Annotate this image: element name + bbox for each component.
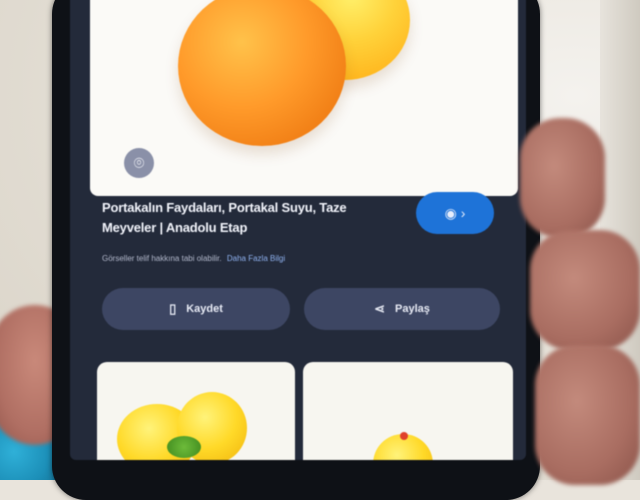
visit-button[interactable]: ◉ ›: [416, 192, 494, 234]
related-image-1[interactable]: [97, 362, 295, 460]
right-finger-1: [520, 118, 605, 238]
learn-more-link[interactable]: Daha Fazla Bilgi: [227, 254, 285, 263]
leaf: [167, 436, 201, 458]
share-icon: ⋖: [374, 301, 386, 316]
save-label: Kaydet: [186, 303, 223, 315]
related-image-2[interactable]: [303, 362, 513, 460]
caption-text: Görseller telif hakkına tabi olabilir.: [102, 254, 222, 263]
bookmark-icon: ▯: [169, 301, 177, 316]
right-finger-2: [530, 230, 640, 350]
phone-screen: ⌾ Portakalın Faydaları, Portakal Suyu, T…: [70, 0, 526, 460]
share-button[interactable]: ⋖ Paylaş: [304, 288, 500, 330]
right-finger-3: [535, 345, 640, 485]
berry: [400, 432, 408, 440]
share-label: Paylaş: [395, 303, 430, 315]
phone-body: ⌾ Portakalın Faydaları, Portakal Suyu, T…: [52, 0, 540, 500]
globe-arrow-icon: ◉ ›: [444, 204, 466, 221]
save-button[interactable]: ▯ Kaydet: [102, 288, 290, 330]
result-title[interactable]: Portakalın Faydaları, Portakal Suyu, Taz…: [102, 198, 392, 238]
lens-icon[interactable]: ⌾: [124, 148, 154, 178]
result-image[interactable]: ⌾: [90, 0, 518, 196]
copyright-caption: Görseller telif hakkına tabi olabilir. D…: [102, 254, 402, 263]
orange-front: [178, 0, 346, 146]
